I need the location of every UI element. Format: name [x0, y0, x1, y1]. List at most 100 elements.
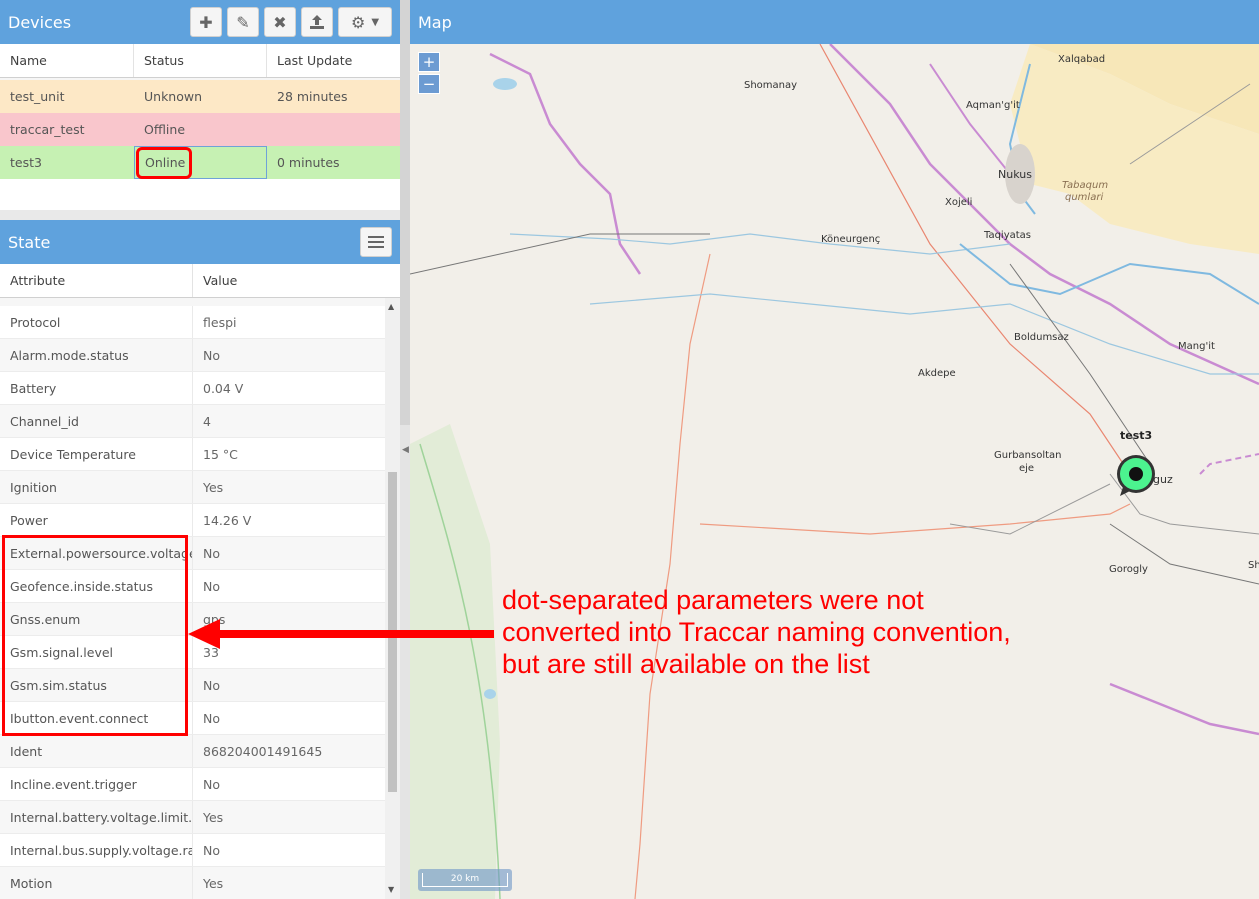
settings-menu-button[interactable]: ⚙ ▼: [338, 7, 392, 37]
column-header-value[interactable]: Value: [193, 264, 400, 297]
attribute-value: No: [203, 842, 220, 858]
state-row[interactable]: Ident 868204001491645: [0, 735, 385, 768]
state-row[interactable]: Internal.battery.voltage.limit.status Yes: [0, 801, 385, 834]
attribute-name: Ident: [0, 735, 193, 767]
map-place-label: Sh: [1248, 560, 1259, 571]
add-icon: ✚: [199, 12, 213, 32]
online-status-highlight: [136, 147, 192, 179]
attribute-value: 0.04 V: [203, 380, 244, 396]
map-title: Map: [418, 12, 452, 32]
zoom-out-button[interactable]: −: [418, 74, 440, 94]
remove-icon: ✖: [273, 12, 287, 32]
map-place-label: Akdepe: [918, 368, 956, 379]
map-panel-header: Map: [410, 0, 1259, 44]
map-place-label: qumlari: [1065, 192, 1104, 203]
attribute-value: No: [203, 710, 220, 726]
scroll-down-icon[interactable]: ▼: [388, 885, 394, 894]
attribute-name: Alarm.mode.status: [0, 339, 193, 371]
attribute-value: No: [203, 347, 220, 363]
remove-device-button[interactable]: ✖: [264, 7, 296, 37]
map-place-label: Nukus: [998, 168, 1032, 181]
attribute-name: Ignition: [0, 471, 193, 503]
vertical-splitter-track: [400, 0, 410, 425]
attribute-value: Yes: [203, 479, 224, 495]
attribute-value: Yes: [203, 875, 224, 891]
state-row[interactable]: Protocol flespi: [0, 306, 385, 339]
map-canvas[interactable]: + − Xalqabad Shomanay Aqman'g'it Nukus T…: [410, 44, 1259, 899]
attribute-value: flespi: [203, 314, 237, 330]
chevron-down-icon: ▼: [371, 16, 380, 28]
map-place-label: Tabaqum: [1062, 180, 1109, 191]
dot-params-highlight: [2, 535, 188, 736]
map-place-label: eje: [1019, 463, 1035, 474]
state-column-headers: Attribute Value: [0, 264, 400, 298]
annotation-arrow-icon: [188, 619, 494, 649]
edit-icon: ✎: [236, 12, 250, 32]
state-panel-header: State: [0, 220, 400, 264]
device-marker-icon[interactable]: [1114, 452, 1158, 496]
state-title: State: [8, 232, 51, 252]
annotation-line: but are still available on the list: [502, 649, 870, 679]
state-row[interactable]: Internal.bus.supply.voltage.range.outsid…: [0, 834, 385, 867]
column-header-last-update[interactable]: Last Update: [267, 44, 400, 77]
column-header-name[interactable]: Name: [0, 44, 134, 77]
map-place-label: Shomanay: [744, 80, 798, 91]
state-row[interactable]: Incline.event.trigger No: [0, 768, 385, 801]
attribute-value: 4: [203, 413, 211, 429]
state-row[interactable]: Motion Yes: [0, 867, 385, 899]
settings-icon: ⚙: [350, 12, 366, 32]
panel-splitter[interactable]: [0, 210, 400, 220]
zoom-in-button[interactable]: +: [418, 52, 440, 72]
device-name: traccar_test: [10, 122, 85, 137]
attribute-name: Incline.event.trigger: [0, 768, 193, 800]
scroll-up-icon[interactable]: ▲: [388, 302, 394, 311]
scale-label: 20 km: [422, 873, 508, 887]
device-name: test_unit: [10, 89, 65, 104]
attribute-name: Internal.battery.voltage.limit.status: [0, 801, 193, 833]
map-place-label: Aqman'g'it: [966, 100, 1020, 111]
devices-toolbar: ✚ ✎ ✖ ⚙ ▼: [190, 7, 392, 37]
state-row[interactable]: Alarm.mode.status No: [0, 339, 385, 372]
device-status: Unknown: [144, 89, 203, 104]
attribute-name: Internal.bus.supply.voltage.range.outsid…: [0, 834, 193, 866]
edit-device-button[interactable]: ✎: [227, 7, 259, 37]
state-row[interactable]: Device Temperature 15 °C: [0, 438, 385, 471]
map-place-label: Gurbansoltan: [994, 450, 1062, 461]
device-row[interactable]: test_unit Unknown 28 minutes: [0, 80, 400, 113]
attribute-value: No: [203, 776, 220, 792]
state-row[interactable]: Ignition Yes: [0, 471, 385, 504]
state-row[interactable]: Power 14.26 V: [0, 504, 385, 537]
column-header-status[interactable]: Status: [134, 44, 267, 77]
annotation-line: converted into Traccar naming convention…: [502, 617, 1011, 647]
attribute-value: Yes: [203, 809, 224, 825]
list-icon: [368, 236, 384, 248]
attribute-value: 14.26 V: [203, 512, 252, 528]
device-row-selected[interactable]: test3 Online 0 minutes: [0, 146, 400, 179]
attribute-name: Device Temperature: [0, 438, 193, 470]
device-last-update: 28 minutes: [277, 89, 348, 104]
device-last-update: 0 minutes: [277, 155, 340, 170]
state-row[interactable]: Battery 0.04 V: [0, 372, 385, 405]
map-place-label: Mang'it: [1178, 341, 1215, 352]
devices-list-empty-area: [0, 179, 400, 210]
map-place-label: Gorogly: [1109, 564, 1148, 575]
map-place-label: Xojeli: [945, 197, 973, 208]
collapse-left-icon[interactable]: ◀: [402, 445, 409, 455]
add-device-button[interactable]: ✚: [190, 7, 222, 37]
attribute-name: Power: [0, 504, 193, 536]
map-scale-bar: 20 km: [418, 869, 512, 891]
devices-panel-header: Devices ✚ ✎ ✖ ⚙ ▼: [0, 0, 400, 44]
column-header-attribute[interactable]: Attribute: [0, 264, 193, 297]
attribute-value: No: [203, 545, 220, 561]
device-status: Offline: [144, 122, 186, 137]
state-row[interactable]: Channel_id 4: [0, 405, 385, 438]
upload-button[interactable]: [301, 7, 333, 37]
attribute-value: 868204001491645: [203, 743, 323, 759]
map-place-label: Taqiyatas: [984, 230, 1032, 241]
device-row[interactable]: traccar_test Offline: [0, 113, 400, 146]
attribute-name: Battery: [0, 372, 193, 404]
device-marker-label: test3: [1120, 429, 1153, 442]
devices-column-headers: Name Status Last Update: [0, 44, 400, 78]
state-columns-button[interactable]: [360, 227, 392, 257]
attribute-value: No: [203, 677, 220, 693]
